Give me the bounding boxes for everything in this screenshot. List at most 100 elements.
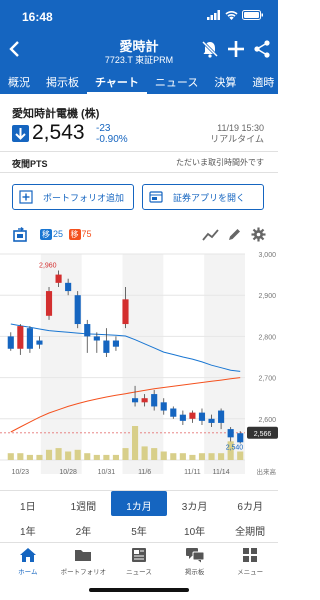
chart-toolbar: 移 25 移 75 [0,224,278,246]
volume-bar [151,448,158,460]
volume-bar [7,453,14,460]
candle-body [237,433,244,443]
price-chart[interactable]: 2,600 2,700 2,800 2,900 3,000 2,960 2,540 2,566… [0,248,278,478]
candle-body [93,336,100,341]
volume-bar [132,426,139,460]
grid-icon [243,548,258,562]
period-5y[interactable]: 5年 [111,516,167,542]
x-tick-label: 10/23 [12,469,30,476]
volume-bar [112,454,119,460]
change-value: -23 [96,123,111,134]
y-tick-label: 3,000 [258,252,276,259]
open-broker-app-button[interactable]: 証券アプリを開く [142,184,264,210]
candle-body [26,328,33,349]
pts-row: 夜間PTS ただいま取引時間外です [0,151,278,173]
period-2y[interactable]: 2年 [56,516,112,542]
share-icon[interactable] [252,39,272,59]
nav-bar: 愛時計 7723.T 東証PRM [0,30,278,70]
plus-box-icon [19,190,33,204]
candle-body [179,414,186,421]
period-1w[interactable]: 1週間 [56,491,112,516]
tab-disclosure[interactable]: 適時 [244,70,278,94]
battery-icon [242,10,263,20]
add-portfolio-button[interactable]: ポートフォリオ追加 [12,184,134,210]
x-tick-label: 10/28 [59,469,77,476]
tab-earnings[interactable]: 決算 [206,70,244,94]
nav-home[interactable]: ホーム [0,543,56,582]
nav-news[interactable]: ニュース [111,543,167,582]
rotate-icon[interactable] [12,227,30,243]
period-all[interactable]: 全期間 [222,516,278,542]
volume-label: 出来高 [257,467,277,476]
gear-icon[interactable] [251,227,266,242]
nav-board[interactable]: 掲示板 [167,543,223,582]
arrow-down-icon [12,125,29,142]
nav-portfolio-label: ポートフォリオ [60,569,107,576]
y-tick-label: 2,800 [258,334,276,341]
volume-bar [179,453,186,460]
tab-board[interactable]: 掲示板 [38,70,87,94]
volume-bar [122,448,129,460]
volume-bar [189,454,196,460]
candle-body [170,408,177,417]
period-1d[interactable]: 1日 [0,491,56,516]
candle-body [103,340,110,353]
period-10y[interactable]: 10年 [167,516,223,542]
volume-bar [170,453,177,460]
signal-icon [207,10,220,20]
tab-news[interactable]: ニュース [147,70,206,94]
volume-bar [160,451,167,460]
x-tick-label: 11/11 [184,469,201,476]
bottom-nav: ホーム ポートフォリオ ニュース 掲示板 メニュー [0,542,278,582]
x-tick-label: 10/31 [98,469,116,476]
volume-bar [237,451,244,460]
low-label: 2,540 [226,445,244,452]
nav-menu[interactable]: メニュー [222,543,278,582]
y-tick-label: 2,700 [258,376,276,383]
volume-bar [103,454,110,460]
ma25-badge: 移 [40,229,52,240]
period-1m[interactable]: 1カ月 [111,491,167,516]
period-3m[interactable]: 3カ月 [167,491,223,516]
volume-bar [198,453,206,460]
pts-label: 夜間PTS [12,159,48,169]
candle-body [55,274,62,283]
candle-body [84,324,91,337]
tab-chart[interactable]: チャート [87,70,147,94]
app-link-icon [149,191,163,203]
candle-body [7,336,14,349]
tab-overview[interactable]: 概況 [0,70,38,94]
chart-band [40,254,82,474]
price-change: -23 -0.90% [96,123,128,145]
candle-body [65,282,72,292]
line-chart-icon[interactable] [202,228,219,242]
candle-body [160,402,167,411]
x-tick-label: 11/14 [213,469,230,476]
candle-body [132,398,139,403]
nav-home-label: ホーム [18,569,38,576]
volume-bar [17,453,24,460]
y-tick-label: 2,600 [258,417,276,424]
candle-body [208,418,215,423]
open-app-label: 証券アプリを開く [173,192,246,203]
quote-timestamp: 11/19 15:30 リアルタイム [210,123,264,145]
last-price-label: 2,566 [254,431,272,438]
period-6m[interactable]: 6カ月 [222,491,278,516]
period-1y[interactable]: 1年 [0,516,56,542]
add-icon[interactable] [226,39,246,59]
candle-body [74,295,81,325]
candle-body [227,429,234,438]
status-time: 16:48 [22,10,53,24]
bell-off-icon[interactable] [200,39,220,59]
chat-icon [185,548,205,563]
candle-body [36,340,43,345]
chart-band [122,254,164,474]
ma-legend: 移 25 移 75 [40,229,92,240]
high-label: 2,960 [39,262,57,269]
volume-bar [84,453,91,460]
nav-portfolio[interactable]: ポートフォリオ [56,543,112,582]
section-tabs: 概況 掲示板 チャート ニュース 決算 適時 [0,70,278,94]
pencil-icon[interactable] [227,227,242,242]
nav-news-label: ニュース [126,569,152,576]
home-indicator [89,588,189,592]
